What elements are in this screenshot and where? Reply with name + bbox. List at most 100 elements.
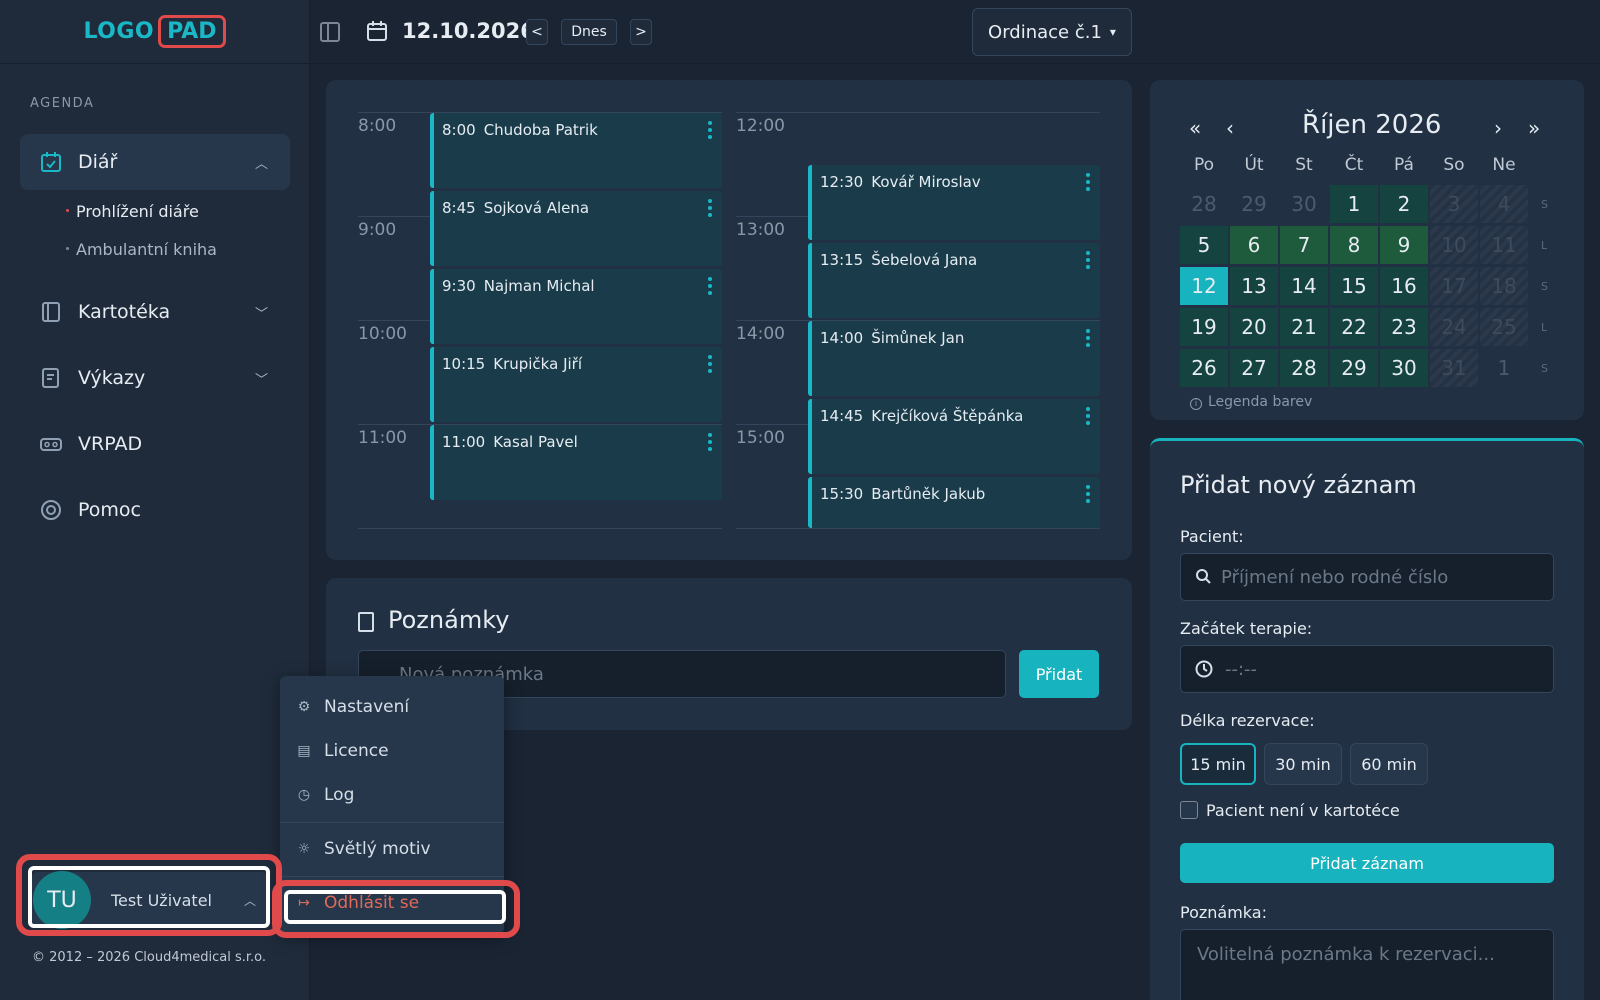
appointment-card[interactable]: 10:15 Krupička Jiří: [430, 347, 722, 422]
prev-day-button[interactable]: <: [526, 19, 548, 45]
calendar-day[interactable]: 28: [1280, 349, 1328, 387]
length-30-button[interactable]: 30 min: [1264, 743, 1342, 785]
add-record-button[interactable]: Přidat záznam: [1180, 843, 1554, 883]
calendar-day[interactable]: 5: [1180, 226, 1228, 264]
calendar-day[interactable]: 16: [1380, 267, 1428, 305]
calendar-day[interactable]: 24: [1430, 308, 1478, 346]
current-date: 12.10.2026: [402, 19, 535, 43]
menu-item-settings[interactable]: ⚙ Nastavení: [280, 688, 504, 726]
calendar-day[interactable]: 14: [1280, 267, 1328, 305]
note-textarea[interactable]: Volitelná poznámka k rezervaci...: [1180, 929, 1554, 1000]
appointment-text: 15:30 Bartůněk Jakub: [820, 485, 985, 503]
calendar-day[interactable]: 8: [1330, 226, 1378, 264]
appointment-card[interactable]: 15:30 Bartůněk Jakub: [808, 477, 1100, 528]
calendar-day[interactable]: 3: [1430, 185, 1478, 223]
calendar-day[interactable]: 9: [1380, 226, 1428, 264]
user-menu-button[interactable]: TU Test Uživatel ︿: [32, 871, 268, 929]
more-vertical-icon[interactable]: [1086, 407, 1090, 428]
calendar-day[interactable]: 23: [1380, 308, 1428, 346]
calendar-day[interactable]: 13: [1230, 267, 1278, 305]
add-note-button[interactable]: Přidat: [1019, 650, 1099, 698]
appointment-card[interactable]: 11:00 Kasal Pavel: [430, 425, 722, 500]
more-vertical-icon[interactable]: [1086, 329, 1090, 350]
next-day-button[interactable]: >: [630, 19, 652, 45]
color-legend-link[interactable]: i Legenda barev: [1190, 394, 1312, 410]
appointment-card[interactable]: 9:30 Najman Michal: [430, 269, 722, 344]
more-vertical-icon[interactable]: [1086, 485, 1090, 506]
calendar-day[interactable]: 6: [1230, 226, 1278, 264]
calendar-day[interactable]: 15: [1330, 267, 1378, 305]
menu-item-license[interactable]: ▤ Licence: [280, 732, 504, 770]
calendar-day[interactable]: 20: [1230, 308, 1278, 346]
calendar-day[interactable]: 1: [1330, 185, 1378, 223]
menu-item-label: Odhlásit se: [324, 893, 420, 913]
more-vertical-icon[interactable]: [708, 277, 712, 298]
menu-item-logout[interactable]: ↦ Odhlásit se: [280, 884, 504, 922]
calendar-day[interactable]: 1: [1480, 349, 1528, 387]
appointment-card[interactable]: 12:30 Kovář Miroslav: [808, 165, 1100, 240]
not-in-file-checkbox[interactable]: [1180, 801, 1198, 819]
calendar-day-today[interactable]: 12: [1180, 267, 1228, 305]
hour-label: 14:00: [736, 324, 785, 344]
calendar-day[interactable]: 25: [1480, 308, 1528, 346]
calendar-day[interactable]: 30: [1380, 349, 1428, 387]
last-month-icon[interactable]: »: [1528, 116, 1540, 140]
calendar-day[interactable]: 4: [1480, 185, 1528, 223]
appointment-card[interactable]: 14:45 Krejčíková Štěpánka: [808, 399, 1100, 474]
calendar-day[interactable]: 17: [1430, 267, 1478, 305]
more-vertical-icon[interactable]: [708, 121, 712, 142]
sidebar: LOGO PAD AGENDA Diář ︿ Prohlížení diáře …: [0, 0, 310, 1000]
logo[interactable]: LOGO PAD: [0, 0, 309, 64]
appointment-time: 10:15: [442, 355, 486, 373]
calendar-day[interactable]: 21: [1280, 308, 1328, 346]
sidebar-item-pomoc[interactable]: Pomoc: [20, 482, 290, 538]
calendar-day[interactable]: 19: [1180, 308, 1228, 346]
week-label: S: [1541, 362, 1548, 375]
more-vertical-icon[interactable]: [1086, 173, 1090, 194]
appointment-card[interactable]: 13:15 Šebelová Jana: [808, 243, 1100, 318]
length-60-button[interactable]: 60 min: [1350, 743, 1428, 785]
calendar-day[interactable]: 28: [1180, 185, 1228, 223]
chevron-down-icon: ﹀: [254, 372, 268, 388]
more-vertical-icon[interactable]: [708, 355, 712, 376]
calendar-day[interactable]: 29: [1230, 185, 1278, 223]
calendar-day[interactable]: 18: [1480, 267, 1528, 305]
prev-month-icon[interactable]: ‹: [1226, 116, 1234, 140]
calendar-day[interactable]: 10: [1430, 226, 1478, 264]
length-15-button[interactable]: 15 min: [1180, 743, 1256, 785]
sidebar-toggle-icon[interactable]: [320, 22, 340, 42]
first-month-icon[interactable]: «: [1189, 116, 1201, 140]
calendar-day[interactable]: 30: [1280, 185, 1328, 223]
appointment-card[interactable]: 8:45 Sojková Alena: [430, 191, 722, 266]
more-vertical-icon[interactable]: [1086, 251, 1090, 272]
appointment-patient: Sojková Alena: [483, 199, 590, 217]
calendar-day[interactable]: 26: [1180, 349, 1228, 387]
today-button[interactable]: Dnes: [561, 19, 617, 45]
calendar-day[interactable]: 11: [1480, 226, 1528, 264]
appointment-patient: Šimůnek Jan: [871, 329, 965, 347]
sidebar-item-diar[interactable]: Diář ︿: [20, 134, 290, 190]
appointment-card[interactable]: 8:00 Chudoba Patrik: [430, 113, 722, 188]
calendar-day[interactable]: 31: [1430, 349, 1478, 387]
more-vertical-icon[interactable]: [708, 433, 712, 454]
start-time-input[interactable]: --:--: [1180, 645, 1554, 693]
calendar-day[interactable]: 7: [1280, 226, 1328, 264]
sidebar-item-vrpad[interactable]: VRPAD: [20, 416, 290, 472]
appointment-card[interactable]: 14:00 Šimůnek Jan: [808, 321, 1100, 396]
patient-search-input[interactable]: Příjmení nebo rodné číslo: [1180, 553, 1554, 601]
clinic-select[interactable]: Ordinace č.1 ▾: [972, 8, 1132, 56]
appointment-time: 15:30: [820, 485, 864, 503]
menu-item-light-theme[interactable]: ☼ Světlý motiv: [280, 830, 504, 868]
more-vertical-icon[interactable]: [708, 199, 712, 220]
next-month-icon[interactable]: ›: [1494, 116, 1502, 140]
sidebar-subitem-prohlizeni[interactable]: Prohlížení diáře: [66, 202, 199, 221]
calendar-day[interactable]: 22: [1330, 308, 1378, 346]
sidebar-subitem-ambulantni-kniha[interactable]: Ambulantní kniha: [66, 240, 217, 259]
calendar-day[interactable]: 29: [1330, 349, 1378, 387]
calendar-day[interactable]: 27: [1230, 349, 1278, 387]
sidebar-item-kartoteka[interactable]: Kartotéka ﹀: [20, 284, 290, 340]
appointment-time: 9:30: [442, 277, 476, 295]
sidebar-item-vykazy[interactable]: Výkazy ﹀: [20, 350, 290, 406]
menu-item-log[interactable]: ◷ Log: [280, 776, 504, 814]
calendar-day[interactable]: 2: [1380, 185, 1428, 223]
